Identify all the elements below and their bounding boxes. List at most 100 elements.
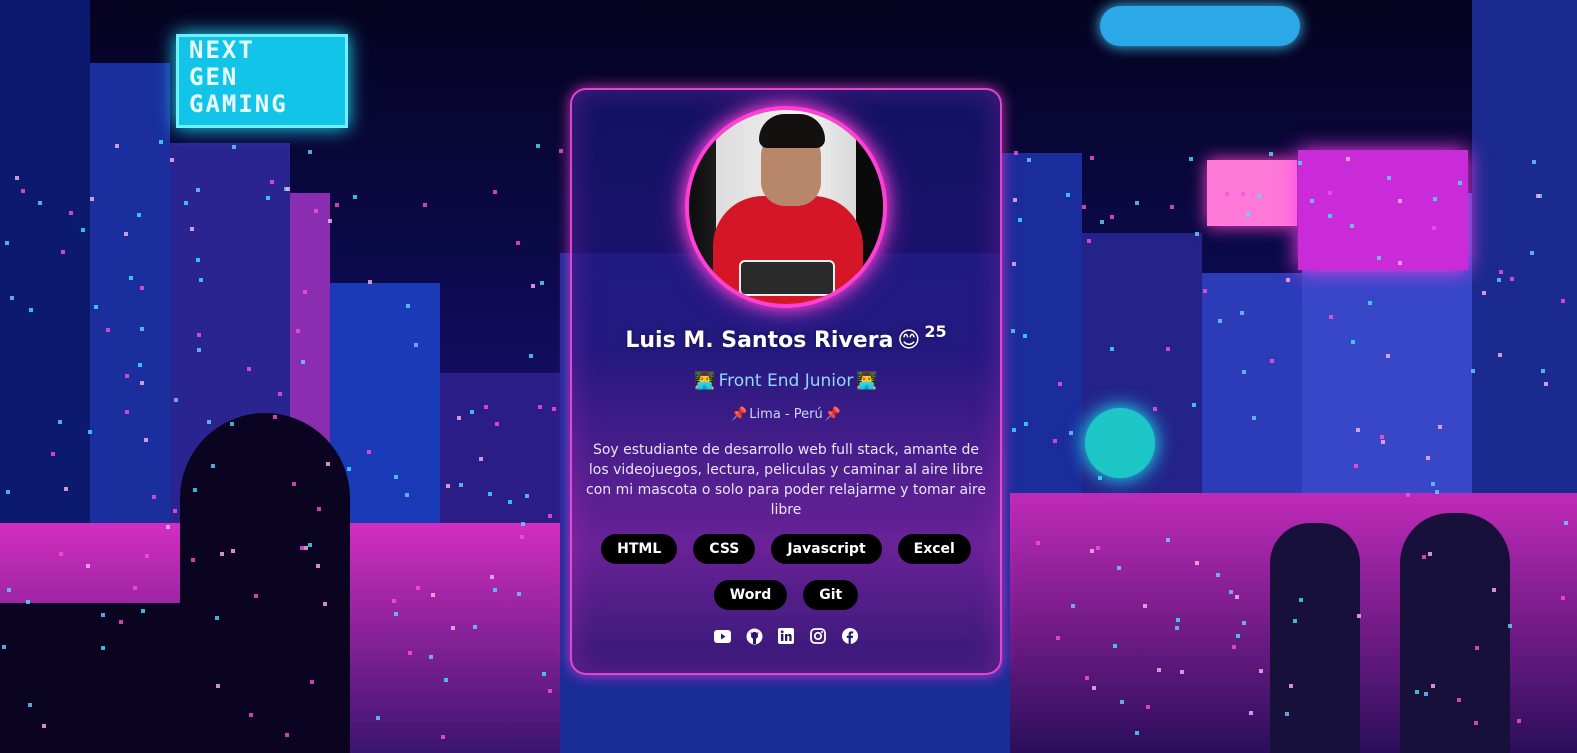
building-window [1530,250,1535,255]
building-window [1397,198,1402,203]
building-window [1328,315,1333,320]
building-window [272,415,277,420]
youtube-icon[interactable] [713,627,731,645]
building-window [1090,548,1095,553]
building-window [1241,370,1246,375]
building-window [1169,204,1174,209]
building-window [1246,212,1251,217]
building-window [1356,614,1361,619]
building-window [1428,551,1433,556]
facebook-icon[interactable] [841,627,859,645]
building-window [1251,416,1256,421]
building-window [1157,668,1162,673]
building-window [1328,191,1333,196]
building-window [1531,160,1536,165]
building-window [519,535,524,540]
age-superscript: 25 [924,322,947,341]
building-window [173,398,178,403]
building-window [29,307,34,312]
building-window [86,564,91,569]
linkedin-icon[interactable] [777,627,795,645]
building-window [1491,588,1496,593]
building-window [1065,192,1070,197]
building-window [547,513,552,518]
building-window [304,545,309,550]
building-window [299,546,304,550]
building-window [216,683,221,688]
building-window [1298,598,1303,603]
building-window [253,594,258,599]
building-window [1561,596,1566,601]
building-window [457,416,462,421]
building-window [1434,489,1439,494]
building-window [285,732,290,737]
building-window [1098,476,1103,481]
building-window [316,506,321,511]
building-window [1560,298,1565,303]
building-window [303,289,308,294]
building-window [1353,464,1358,469]
building-window [80,228,85,233]
neon-sign-round [1085,408,1155,478]
building-window [1431,225,1436,230]
profile-name: Luis M. Santos Rivera 😊 25 [625,322,946,353]
building-window [307,150,312,155]
skill-tag-git[interactable]: Git [803,580,859,610]
building-window [229,421,234,426]
building-window [440,734,445,739]
building-window [144,554,149,559]
building-window [1052,439,1057,444]
building-window [368,279,373,284]
building-window [508,499,513,504]
building-window [469,410,474,415]
building-window [151,494,156,499]
neon-sign-gamepad [1207,160,1297,226]
building-window [1457,698,1462,703]
building-window [183,201,188,206]
skill-tag-javascript[interactable]: Javascript [771,534,882,564]
building-window [1257,193,1262,198]
building-window [488,492,493,497]
building-window [1180,669,1184,674]
building-window [1109,346,1114,351]
github-icon[interactable] [745,627,763,645]
neon-sign-next-gen-gaming: NEXT GEN GAMING [176,34,348,128]
building-window [1217,319,1222,324]
building-window [405,492,410,497]
blimp [1100,6,1300,46]
skill-tag-html[interactable]: HTML [601,534,678,564]
building-window [158,140,163,144]
building-window [346,466,351,471]
building-window [37,201,42,206]
building-window [137,363,142,368]
building-window [1289,683,1294,688]
building-window [1152,407,1157,411]
building-window [1056,635,1061,640]
building-window [1096,546,1101,551]
building-window [143,437,148,442]
building-window [125,410,130,415]
building-window [559,148,564,153]
building-window [1285,277,1290,282]
skill-tag-word[interactable]: Word [713,580,788,610]
building-window [1422,554,1427,559]
skill-tags: HTML CSS Javascript Excel Word Git [586,534,986,610]
building-window [529,353,534,358]
social-links [713,627,859,645]
building-window [1516,719,1521,724]
skill-tag-css[interactable]: CSS [693,534,756,564]
building-window [140,608,145,613]
skill-tag-excel[interactable]: Excel [897,534,971,564]
building-window [1112,643,1117,648]
building-window [230,548,235,553]
building-window [1146,704,1151,709]
building-window [115,144,120,149]
instagram-icon[interactable] [809,627,827,645]
building-window [1027,158,1032,163]
building-window [6,489,11,494]
building-window [1458,181,1463,186]
building-window [1564,521,1569,526]
building-window [1082,205,1087,210]
building-window [197,332,202,337]
building-window [541,671,546,676]
